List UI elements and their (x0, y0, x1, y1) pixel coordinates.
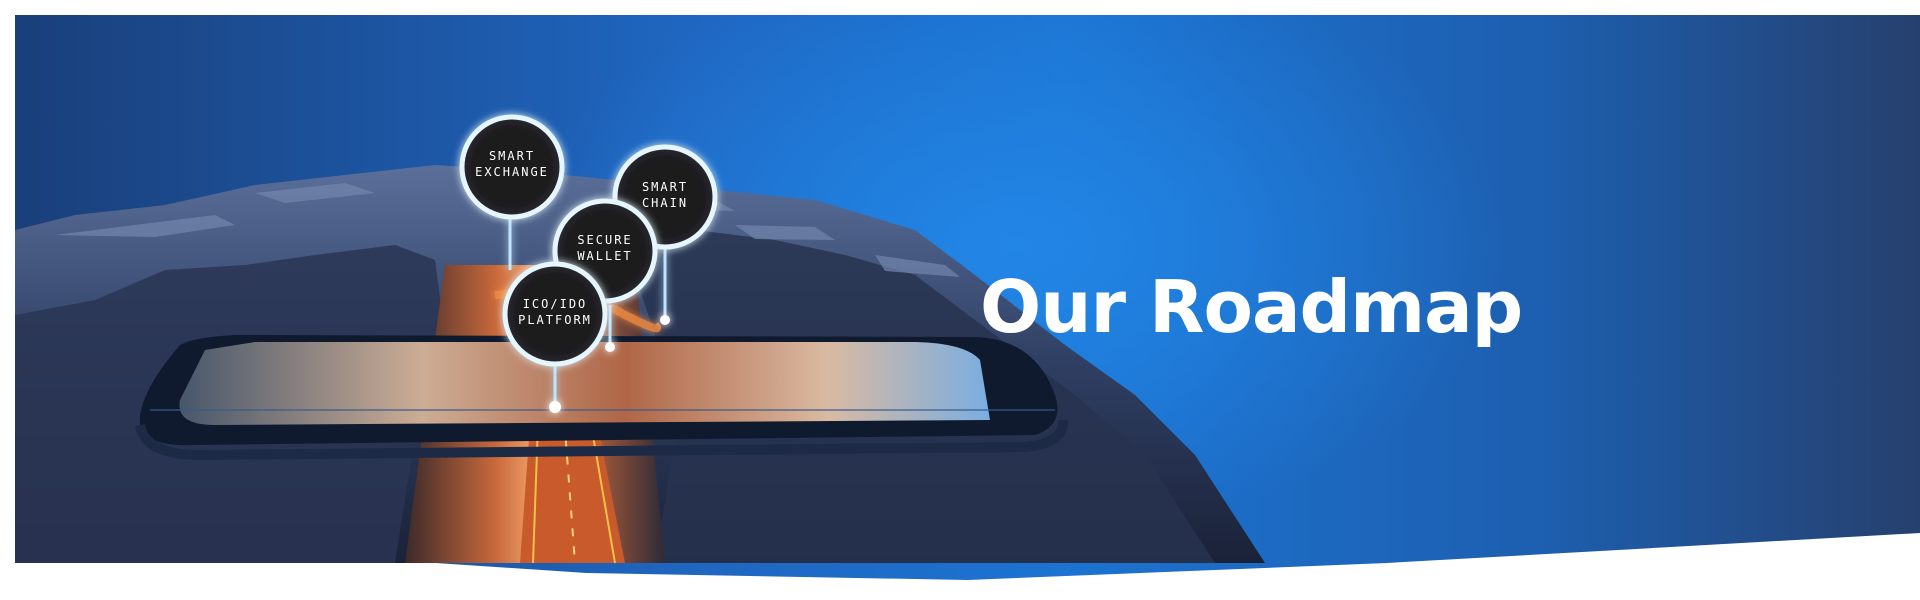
pin-secure-wallet-line1: SECURE (577, 233, 632, 247)
pin-ico-ido-platform: ICO/IDO PLATFORM (502, 261, 608, 367)
pin-smart-exchange-line2: EXCHANGE (475, 165, 549, 179)
pin-smart-chain-line1: SMART (642, 180, 688, 194)
pin-smart-exchange-line1: SMART (489, 149, 535, 163)
pin-smart-chain-line2: CHAIN (642, 196, 688, 210)
pin-ico-ido-line2: PLATFORM (518, 313, 592, 327)
hero-banner: SMART EXCHANGE SMART CHAIN SECURE WALLET… (15, 15, 1920, 585)
page-title: Our Roadmap (980, 265, 1523, 349)
pin-secure-wallet-line2: WALLET (577, 249, 632, 263)
roadmap-illustration: SMART EXCHANGE SMART CHAIN SECURE WALLET… (15, 114, 1265, 564)
pin-smart-exchange: SMART EXCHANGE (459, 114, 565, 220)
pin-ico-ido-line1: ICO/IDO (523, 297, 588, 311)
